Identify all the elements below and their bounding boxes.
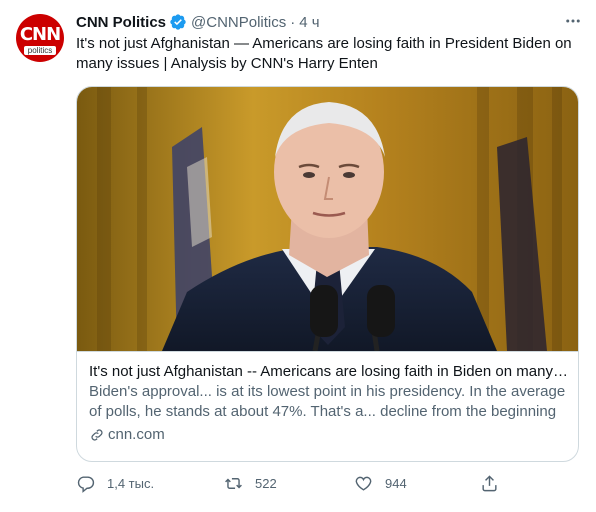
retweet-button[interactable]: 522: [224, 474, 277, 493]
heart-icon: [355, 476, 372, 491]
card-domain-text: cnn.com: [108, 426, 165, 443]
tweet-time[interactable]: 4 ч: [299, 14, 319, 31]
retweet-icon: [225, 478, 242, 489]
like-count: 944: [385, 476, 407, 491]
reply-icon: [77, 476, 95, 493]
like-button[interactable]: 944: [354, 474, 407, 493]
cnn-logo: CNN: [19, 23, 61, 45]
link-icon: [91, 429, 103, 441]
card-description-line-1: Biden's approval... is at its lowest poi…: [89, 383, 566, 400]
author-name[interactable]: CNN Politics: [76, 14, 166, 31]
card-domain: cnn.com: [89, 425, 568, 445]
tweet-actions: 1,4 тыс. 522 944: [70, 470, 510, 498]
author-handle[interactable]: @CNNPolitics: [191, 14, 286, 31]
avatar[interactable]: CNN politics: [16, 14, 64, 62]
card-title: It's not just Afghanistan -- Americans a…: [89, 363, 568, 380]
tweet-text: It's not just Afghanistan — Americans ar…: [76, 35, 572, 72]
reply-button[interactable]: 1,4 тыс.: [76, 474, 154, 493]
card-image[interactable]: [77, 87, 579, 351]
card-description-line-2: of polls, he stands at about 47%. That's…: [89, 403, 557, 420]
verified-badge-icon: [170, 14, 186, 30]
share-button[interactable]: [480, 474, 499, 493]
cnn-logo-sub: politics: [23, 45, 57, 55]
tweet-header: CNN Politics @CNNPolitics · 4 ч: [76, 12, 320, 32]
separator-dot: ·: [290, 13, 296, 31]
card-body[interactable]: It's not just Afghanistan -- Americans a…: [77, 351, 578, 445]
link-card[interactable]: It's not just Afghanistan -- Americans a…: [76, 86, 579, 462]
reply-count: 1,4 тыс.: [107, 476, 155, 491]
share-icon: [482, 475, 497, 492]
tweet[interactable]: CNN politics CNN Politics @CNNPolitics ·…: [0, 0, 596, 512]
more-options-icon[interactable]: [562, 10, 584, 32]
retweet-count: 522: [255, 476, 277, 491]
